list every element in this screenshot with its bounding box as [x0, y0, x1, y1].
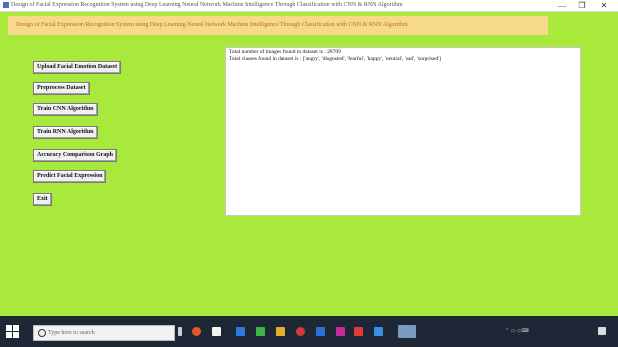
- taskbar-search-box[interactable]: Type here to search: [33, 325, 175, 341]
- python-icon[interactable]: [374, 327, 383, 336]
- browser-icon[interactable]: [192, 327, 201, 336]
- preprocess-dataset-button[interactable]: Preprocess Dataset: [33, 82, 90, 95]
- app-icon-green[interactable]: [256, 327, 265, 336]
- train-rnn-button[interactable]: Train RNN Algorithm: [33, 126, 98, 139]
- windows-start-icon[interactable]: [6, 325, 19, 338]
- mail-icon[interactable]: [236, 327, 245, 336]
- minimize-button[interactable]: —: [554, 0, 570, 11]
- output-line: Total number of images found in dataset …: [229, 49, 341, 55]
- upload-dataset-button[interactable]: Upload Facial Emotion Dataset: [33, 61, 122, 74]
- chrome-icon[interactable]: [296, 327, 305, 336]
- active-window-icon[interactable]: [398, 325, 416, 338]
- app-icon-pink[interactable]: [336, 327, 345, 336]
- app-icon: [3, 2, 9, 8]
- window-titlebar: Design of Facial Expression Recognition …: [0, 0, 618, 12]
- taskbar: Type here to search ⌃ ▭ ◁ ⌨: [0, 316, 618, 347]
- file-explorer-icon[interactable]: [276, 327, 285, 336]
- output-textarea[interactable]: Total number of images found in dataset …: [225, 47, 581, 216]
- notification-icon[interactable]: [598, 327, 606, 335]
- window-title: Design of Facial Expression Recognition …: [11, 2, 403, 8]
- close-button[interactable]: ✕: [596, 0, 612, 11]
- app-icon-red[interactable]: [354, 327, 363, 336]
- predict-expression-button[interactable]: Predict Facial Expression: [33, 170, 107, 183]
- exit-button[interactable]: Exit: [33, 193, 52, 206]
- tray-icons[interactable]: ⌃ ▭ ◁ ⌨: [505, 327, 529, 336]
- app-icon-blue[interactable]: [316, 327, 325, 336]
- search-placeholder: Type here to search: [48, 330, 95, 336]
- maximize-button[interactable]: ❐: [574, 0, 590, 11]
- accuracy-graph-button[interactable]: Accuracy Comparison Graph: [33, 149, 117, 162]
- app-header-title: Design of Facial Expression Recognition …: [16, 22, 408, 28]
- train-cnn-button[interactable]: Train CNN Algorithm: [33, 103, 98, 116]
- search-icon: [38, 329, 46, 337]
- output-line: Total classes found in dataset is : ['an…: [229, 56, 441, 62]
- store-icon[interactable]: [212, 327, 221, 336]
- task-view-icon[interactable]: [178, 327, 182, 336]
- app-header-banner: Design of Facial Expression Recognition …: [8, 16, 548, 35]
